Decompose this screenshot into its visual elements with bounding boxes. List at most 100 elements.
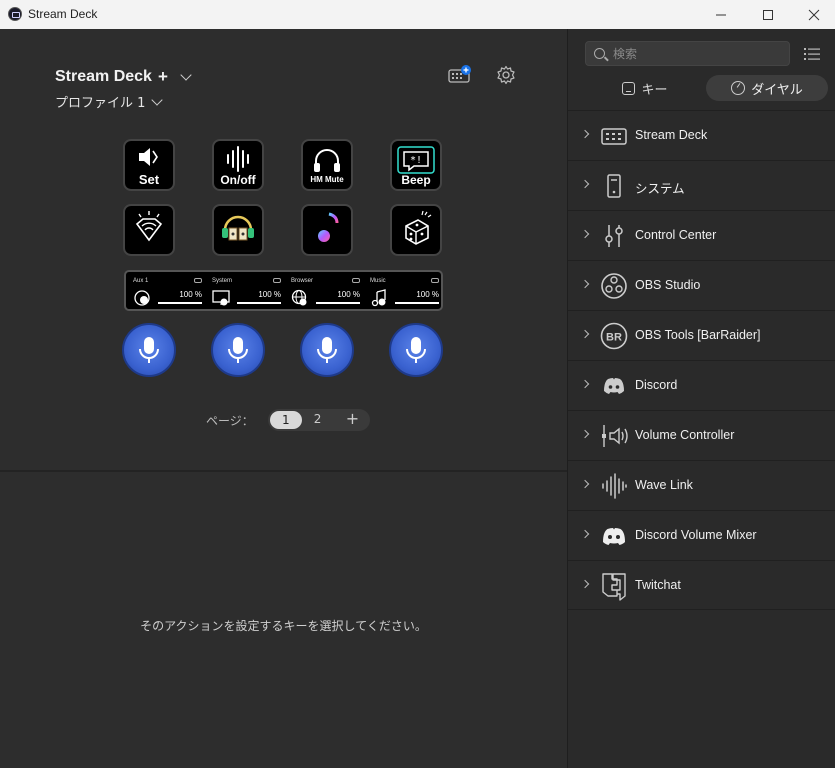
search-input[interactable] bbox=[613, 46, 783, 62]
key-2[interactable]: On/off bbox=[212, 139, 264, 191]
chevron-right-icon bbox=[580, 579, 590, 589]
category-discord-volume-mixer[interactable]: Discord Volume Mixer bbox=[568, 510, 835, 560]
page-2-button[interactable]: 2 bbox=[314, 412, 322, 426]
pane-divider[interactable] bbox=[0, 470, 567, 472]
stream-deck-icon bbox=[601, 128, 627, 145]
close-button[interactable] bbox=[791, 0, 835, 29]
chevron-right-icon bbox=[580, 529, 590, 539]
key-label: Beep bbox=[401, 173, 431, 187]
wifi-gem-icon bbox=[135, 211, 163, 242]
tab-dial[interactable]: ダイヤル bbox=[706, 75, 828, 101]
dial-3[interactable] bbox=[300, 323, 354, 377]
strip-percent: 100 % bbox=[258, 290, 281, 299]
key-1[interactable]: Set bbox=[123, 139, 175, 191]
category-label: OBS Tools [BarRaider] bbox=[635, 328, 761, 342]
key-4[interactable]: *! Beep bbox=[390, 139, 442, 191]
strip-level-bar bbox=[237, 302, 281, 304]
category-obs-tools[interactable]: BR OBS Tools [BarRaider] bbox=[568, 310, 835, 360]
profile-selector[interactable]: プロファイル 1 bbox=[55, 92, 164, 111]
app-logo-icon bbox=[8, 7, 22, 21]
barraider-icon: BR bbox=[600, 322, 628, 350]
profile-name: プロファイル 1 bbox=[55, 96, 146, 111]
maximize-button[interactable] bbox=[745, 0, 791, 29]
page-pill: 1 2 + bbox=[267, 409, 370, 431]
category-discord[interactable]: Discord bbox=[568, 360, 835, 410]
category-label: Twitchat bbox=[635, 578, 681, 592]
wave-link-icon bbox=[602, 473, 627, 499]
mute-toggle-icon bbox=[273, 278, 281, 283]
key-7[interactable] bbox=[301, 204, 353, 256]
key-label: Set bbox=[138, 172, 160, 187]
key-label: On/off bbox=[220, 173, 256, 187]
chevron-right-icon bbox=[580, 379, 590, 389]
search-icon bbox=[594, 48, 605, 59]
category-wave-link[interactable]: Wave Link bbox=[568, 460, 835, 510]
maximize-icon bbox=[763, 9, 773, 20]
chevron-down-icon bbox=[151, 93, 164, 106]
category-stream-deck[interactable]: Stream Deck bbox=[568, 110, 835, 160]
strip-label: Browser bbox=[291, 278, 314, 284]
minimize-icon bbox=[716, 14, 726, 15]
discord-mixer-icon bbox=[603, 528, 625, 545]
key-6[interactable] bbox=[212, 204, 264, 256]
strip-segment-system: System 100 % bbox=[207, 275, 285, 309]
chevron-right-icon bbox=[580, 229, 590, 239]
obs-icon bbox=[601, 273, 627, 299]
search-box[interactable] bbox=[585, 41, 790, 66]
strip-percent: 100 % bbox=[179, 290, 202, 299]
category-label: システム bbox=[635, 182, 685, 196]
device-selector[interactable]: Stream Deck + bbox=[55, 67, 192, 87]
chevron-right-icon bbox=[580, 429, 590, 439]
dial-icon bbox=[731, 81, 746, 95]
dice-icon bbox=[405, 210, 432, 245]
dial-1[interactable] bbox=[122, 323, 176, 377]
gear-icon[interactable] bbox=[494, 65, 518, 85]
tab-dial-label: ダイヤル bbox=[751, 82, 803, 98]
twitchat-icon bbox=[602, 573, 626, 601]
strip-segment-music: Music 100 % bbox=[365, 275, 443, 309]
key-icon bbox=[622, 81, 636, 95]
discord-icon bbox=[604, 378, 624, 394]
category-list: Stream Deck システム Control Center OBS Stud… bbox=[568, 110, 835, 610]
key-3[interactable]: HM Mute bbox=[301, 139, 353, 191]
category-label: Volume Controller bbox=[635, 428, 735, 442]
category-obs-studio[interactable]: OBS Studio bbox=[568, 260, 835, 310]
globe-icon bbox=[291, 289, 307, 306]
category-system[interactable]: システム bbox=[568, 160, 835, 210]
key-8[interactable] bbox=[390, 204, 442, 256]
strip-level-bar bbox=[158, 302, 202, 304]
category-volume-controller[interactable]: Volume Controller bbox=[568, 410, 835, 460]
category-control-center[interactable]: Control Center bbox=[568, 210, 835, 260]
mute-toggle-icon bbox=[194, 278, 202, 283]
strip-segment-aux: Aux 1 100 % bbox=[128, 275, 206, 309]
strip-label: Music bbox=[370, 278, 386, 284]
svg-text:BR: BR bbox=[606, 332, 622, 344]
minimize-button[interactable] bbox=[698, 0, 744, 29]
device-add: + bbox=[157, 67, 168, 86]
chevron-down-icon bbox=[180, 69, 192, 81]
strip-percent: 100 % bbox=[416, 290, 439, 299]
music-note-icon bbox=[371, 289, 386, 307]
strip-percent: 100 % bbox=[337, 290, 360, 299]
strip-label: System bbox=[212, 278, 233, 284]
dial-2[interactable] bbox=[211, 323, 265, 377]
strip-level-bar bbox=[395, 302, 439, 304]
keyboard-add-icon[interactable] bbox=[448, 65, 472, 85]
chevron-right-icon bbox=[580, 329, 590, 339]
dial-4[interactable] bbox=[389, 323, 443, 377]
page-1-button[interactable]: 1 bbox=[269, 411, 302, 429]
tab-keys-label: キー bbox=[641, 82, 668, 98]
category-label: Wave Link bbox=[635, 478, 693, 492]
chevron-right-icon bbox=[580, 129, 590, 139]
list-view-icon[interactable] bbox=[804, 47, 820, 61]
key-5[interactable] bbox=[123, 204, 175, 256]
mute-toggle-icon bbox=[431, 278, 439, 283]
close-icon bbox=[808, 9, 820, 20]
tab-keys[interactable]: キー bbox=[586, 75, 704, 101]
category-twitchat[interactable]: Twitchat bbox=[568, 560, 835, 610]
touch-strip[interactable]: Aux 1 100 % System 100 % Browser 100 % M… bbox=[124, 270, 443, 311]
add-page-button[interactable]: + bbox=[346, 409, 359, 428]
page-selector: ページ： 1 2 + bbox=[206, 409, 370, 431]
page-label: ページ： bbox=[206, 413, 254, 428]
action-type-tabs: キー ダイヤル bbox=[568, 75, 835, 103]
